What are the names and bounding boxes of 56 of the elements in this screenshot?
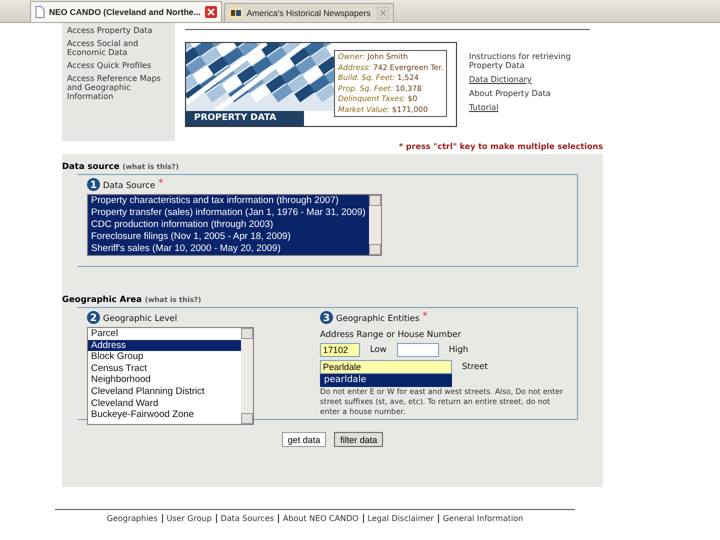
list-option[interactable]: Sheriff's sales (Mar 10, 2000 - May 20, 2009) — [88, 243, 369, 255]
info-link[interactable]: Instructions for retrieving Property Data — [469, 52, 599, 70]
footer-link[interactable]: About NEO CANDO — [278, 514, 363, 523]
scrollbar[interactable] — [241, 328, 253, 424]
required-mark: * — [422, 311, 428, 322]
step-badge: 1 — [87, 178, 100, 191]
field-label: Geographic Entities — [336, 314, 420, 324]
banner-title: PROPERTY DATA — [186, 111, 304, 126]
scrollbar[interactable] — [369, 195, 381, 255]
field-label: Address Range or House Number — [320, 330, 462, 340]
list-option[interactable]: Buckeye-Fairwood Zone — [88, 409, 241, 421]
sidebar-link[interactable]: Access Quick Profiles — [67, 61, 170, 70]
list-option[interactable]: Property characteristics and tax information (through 2007) — [88, 195, 369, 207]
page-icon — [35, 6, 45, 18]
field-label: Street — [462, 362, 488, 372]
autocomplete-suggestion[interactable]: pearldale — [320, 374, 452, 387]
footer-link[interactable]: Legal Disclaimer — [362, 514, 438, 523]
footer-link[interactable]: General Information — [438, 514, 528, 523]
list-option[interactable]: Address — [88, 340, 241, 352]
submit-button[interactable]: filter data — [334, 432, 384, 447]
field-label: High — [448, 345, 468, 355]
browser-tab[interactable]: America's Historical Newspapers — [224, 3, 394, 22]
list-option[interactable]: Census Tract — [88, 362, 241, 374]
step-badge: 3 — [320, 311, 333, 324]
low-number-field[interactable]: 17102 — [320, 343, 360, 357]
browser-tab[interactable]: NEO CANDO (Cleveland and Northe... — [30, 1, 222, 22]
info-link[interactable]: About Property Data — [469, 89, 599, 98]
site-icon — [228, 8, 243, 18]
list-option[interactable]: Cleveland Planning District — [88, 386, 241, 398]
list-option[interactable]: Foreclosure filings (Nov 1, 2005 - Apr 18, 2009) — [88, 231, 369, 243]
list-option[interactable]: Parcel — [88, 328, 241, 340]
field-label: Low — [370, 345, 387, 355]
sidebar-link[interactable]: Access Property Data — [67, 26, 170, 35]
footer-link[interactable]: User Group — [162, 514, 216, 523]
sidebar-link[interactable]: Access Social and Economic Data — [67, 39, 170, 57]
list-box[interactable]: Parcel Address Block Group Census Tract Neighborhood Cleveland Planning District Cleveland Ward Buckeye-Fairwood Zone — [87, 327, 254, 425]
field-label: Geographic Level — [103, 314, 178, 324]
required-mark: * — [158, 178, 164, 189]
list-option[interactable]: Block Group — [88, 351, 241, 363]
list-option[interactable]: Property transfer (sales) information (Jan 1, 1976 - Mar 31, 2009) — [88, 207, 369, 219]
list-box[interactable] — [87, 194, 382, 256]
list-option[interactable]: Neighborhood — [88, 374, 241, 386]
high-number-field[interactable] — [396, 343, 439, 357]
list-option[interactable]: Cleveland Ward — [88, 398, 241, 410]
submit-button[interactable]: get data — [282, 432, 326, 447]
street-field[interactable]: Pearldale — [320, 360, 452, 374]
close-icon[interactable] — [204, 6, 217, 18]
footer-link[interactable]: Geographies — [102, 514, 162, 523]
info-link[interactable]: Data Dictionary — [469, 75, 599, 84]
multi-select-note: * press "ctrl" key to make multiple selections — [398, 141, 603, 153]
sidebar-link[interactable]: Access Reference Maps and Geographic Information — [67, 74, 170, 101]
field-label: Data Source — [103, 181, 156, 191]
list-option[interactable]: CDC production information (through 2003) — [88, 219, 369, 231]
footer-link[interactable]: Data Sources — [216, 514, 278, 523]
info-link[interactable]: Tutorial — [469, 103, 599, 112]
step-badge: 2 — [87, 311, 100, 324]
